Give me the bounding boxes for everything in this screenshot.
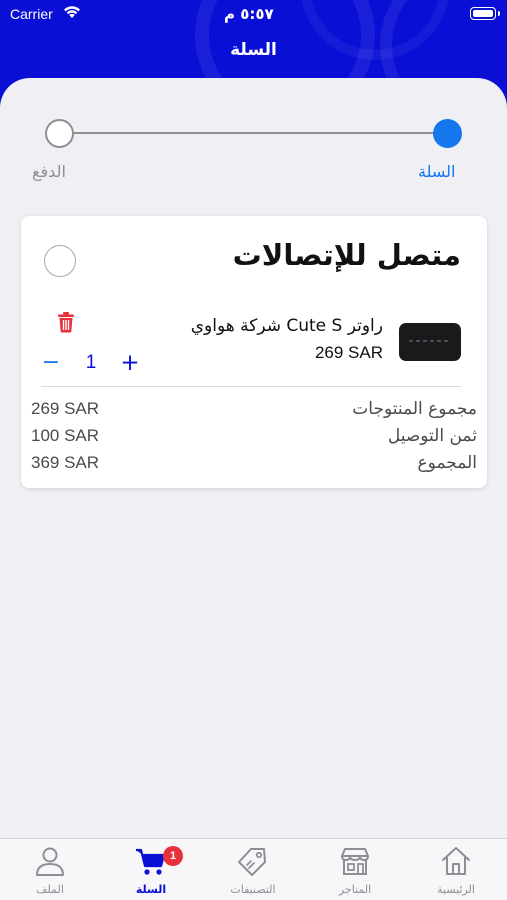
tab-profile[interactable]: الملف: [0, 839, 100, 900]
quantity-increase-button[interactable]: +: [119, 350, 141, 376]
step-cart-label: السلة: [418, 162, 456, 181]
store-name: متصل للإتصالات: [232, 238, 461, 272]
divider: [41, 386, 461, 387]
trash-icon[interactable]: [56, 311, 76, 333]
cart-badge: 1: [163, 846, 183, 866]
tab-label: المتاجر: [338, 883, 372, 896]
product-price: 269 SAR: [314, 343, 383, 362]
stepper-line: [60, 132, 448, 134]
tab-cart[interactable]: 1 السلة: [101, 839, 201, 900]
store-select-radio[interactable]: [44, 245, 76, 277]
cart-icon: [136, 848, 166, 875]
tab-home[interactable]: الرئيسية: [406, 839, 506, 900]
summary-row-delivery: ثمن التوصيل 100 SAR: [21, 426, 487, 450]
tab-label: السلة: [135, 883, 167, 896]
tag-icon: [238, 848, 266, 876]
summary-label: مجموع المنتوجات: [352, 399, 477, 419]
battery-icon: [470, 7, 500, 20]
summary-label: المجموع: [417, 453, 477, 473]
product-image: [399, 323, 461, 361]
tab-label: الملف: [36, 883, 64, 896]
summary-value: 369 SAR: [31, 453, 100, 472]
tab-stores[interactable]: المتاجر: [305, 839, 405, 900]
home-icon: [442, 847, 470, 875]
summary-value: 269 SAR: [31, 399, 100, 418]
quantity-value: 1: [85, 352, 97, 373]
status-time: ٥:٥٧ م: [224, 5, 274, 23]
cart-sheet: الدفع السلة متصل للإتصالات راوتر Cute S …: [0, 78, 507, 838]
summary-value: 100 SAR: [31, 426, 100, 445]
wifi-icon: [64, 6, 80, 18]
tab-label: التصنيفات: [230, 883, 276, 896]
step-payment-label: الدفع: [32, 162, 66, 181]
tab-label: الرئيسية: [437, 883, 475, 896]
carrier-label: Carrier: [10, 6, 53, 22]
store-cart-card: متصل للإتصالات راوتر Cute S شركة هواوي 2…: [21, 216, 487, 488]
page-title: السلة: [230, 40, 277, 60]
summary-row-subtotal: مجموع المنتوجات 269 SAR: [21, 399, 487, 423]
checkout-stepper: الدفع السلة: [0, 78, 507, 198]
step-cart-dot: [433, 119, 462, 148]
product-name: راوتر Cute S شركة هواوي: [190, 316, 383, 336]
profile-icon: [36, 847, 64, 876]
tab-categories[interactable]: التصنيفات: [203, 839, 303, 900]
summary-row-total: المجموع 369 SAR: [21, 453, 487, 477]
step-payment-dot: [45, 119, 74, 148]
tab-bar: الرئيسية المتاجر التصنيفات 1 السلة الملف: [0, 838, 507, 900]
store-icon: [341, 848, 369, 875]
quantity-decrease-button[interactable]: −: [40, 350, 62, 376]
status-bar: Carrier ٥:٥٧ م: [0, 0, 507, 30]
summary-label: ثمن التوصيل: [387, 426, 477, 446]
